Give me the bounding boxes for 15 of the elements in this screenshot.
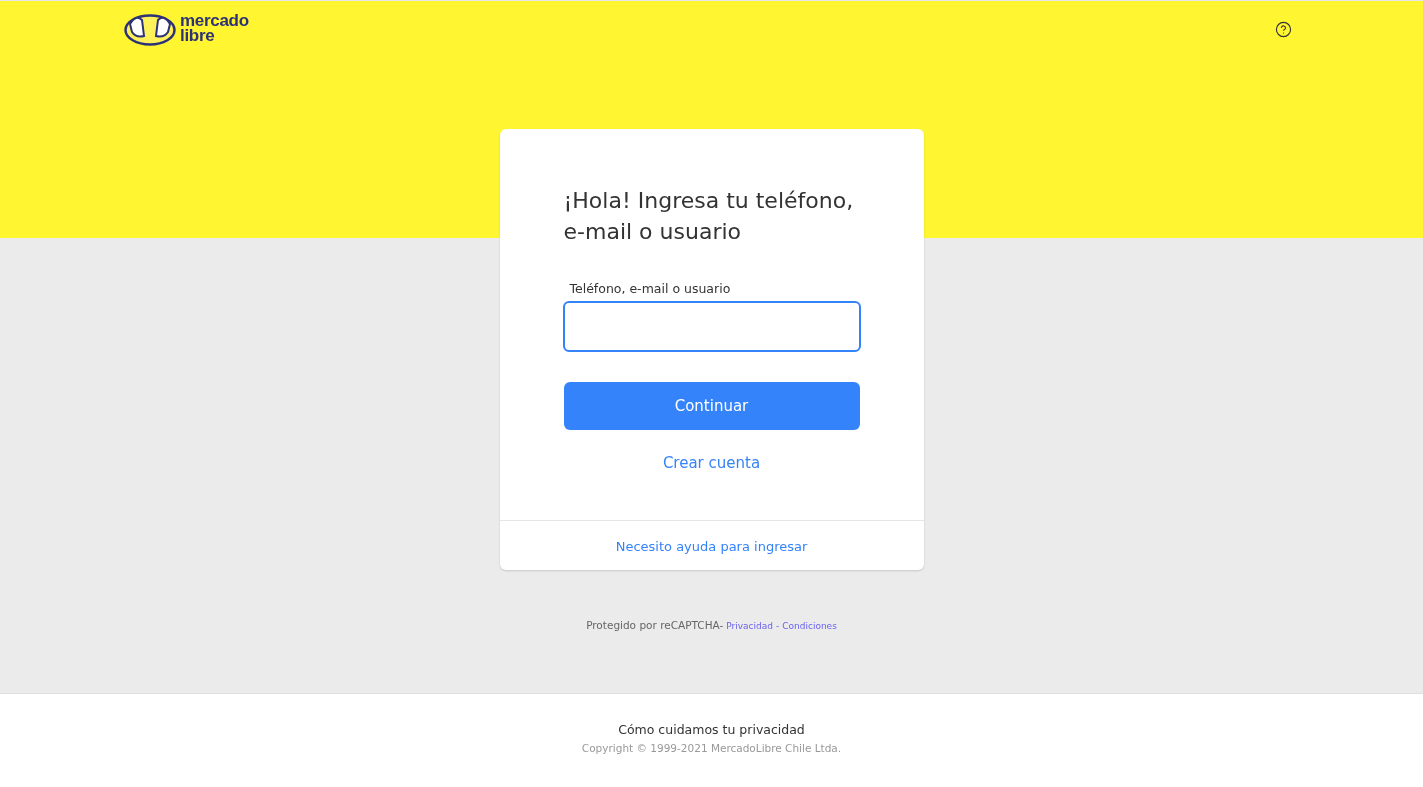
recaptcha-text: Protegido por reCAPTCHA-	[586, 619, 724, 631]
recaptcha-link[interactable]: Condiciones	[782, 621, 837, 631]
link-separator: -	[776, 621, 780, 631]
help-link[interactable]: Necesito ayuda para ingresar	[615, 539, 808, 554]
card-title: ¡Hola! Ingresa tu teléfono, e-mail o usuario	[563, 187, 854, 246]
recaptcha-link[interactable]: Privacidad	[726, 621, 773, 631]
logo-text: libre	[180, 28, 216, 43]
copyright-text: Copyright © 1999-2021 MercadoLibre Chile Ltda.	[581, 742, 842, 754]
create-account-link[interactable]: Crear cuenta	[658, 452, 765, 474]
help-icon[interactable]	[1275, 21, 1292, 38]
field-label: Teléfono, e-mail o usuario	[569, 281, 732, 296]
continue-button[interactable]: Continuar	[563, 382, 860, 430]
privacy-link[interactable]: Cómo cuidamos tu privacidad	[618, 722, 805, 737]
logo-text: mercado	[180, 13, 249, 28]
input-field[interactable]	[562, 301, 861, 352]
